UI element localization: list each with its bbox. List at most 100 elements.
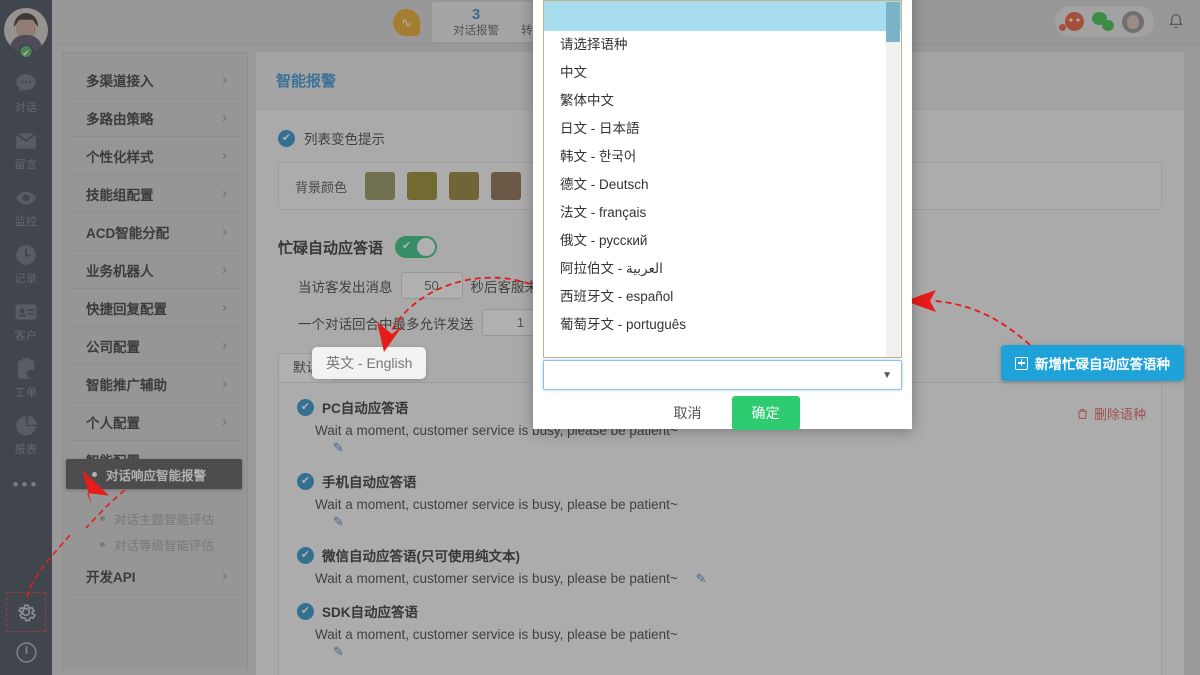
eye-icon (13, 185, 39, 211)
qq-icon[interactable] (1065, 12, 1084, 31)
rail-item-monitor[interactable]: 监控 (0, 176, 52, 233)
menu-item-label: 业务机器人 (86, 260, 154, 280)
menu-item-quickreply[interactable]: 快捷回复配置 › (70, 289, 240, 327)
checkbox-checked-icon[interactable]: ✔ (297, 399, 314, 416)
rail-item-label: 监控 (0, 213, 52, 229)
chevron-right-icon: › (222, 109, 227, 126)
menu-item-label: 智能推广辅助 (86, 374, 167, 394)
entry-header[interactable]: ✔ 微信自动应答语(只可使用纯文本) (297, 545, 1143, 565)
rail-more-button[interactable]: ••• (13, 461, 40, 495)
chevron-right-icon: › (222, 223, 227, 240)
dropdown-option[interactable]: 俄文 - русский (544, 227, 901, 255)
settings-highlight-box (6, 592, 46, 632)
entry-text-value: Wait a moment, customer service is busy,… (315, 571, 678, 586)
delete-language-button[interactable]: 删除语种 (1076, 404, 1146, 423)
mail-icon (13, 128, 39, 154)
dropdown-scrollbar-track[interactable] (886, 2, 900, 358)
app-logo-icon[interactable]: ∿ (393, 9, 420, 36)
chevron-right-icon: › (222, 71, 227, 88)
checkbox-checked-icon[interactable]: ✔ (278, 130, 295, 147)
rail-item-records[interactable]: 记录 (0, 233, 52, 290)
pencil-icon[interactable]: ✎ (333, 514, 344, 530)
stat-label: 对话报警 (453, 24, 499, 38)
chevron-right-icon: › (222, 567, 227, 584)
chevron-right-icon: › (222, 375, 227, 392)
trash-icon (1076, 407, 1089, 421)
dropdown-option[interactable]: 德文 - Deutsch (544, 171, 901, 199)
rail-item-label: 对话 (0, 99, 52, 115)
rail-item-customers[interactable]: 客户 (0, 290, 52, 347)
busy-reply-toggle[interactable]: ✔ (395, 236, 437, 258)
pencil-icon[interactable]: ✎ (696, 571, 707, 587)
stat-alerts[interactable]: 3 对话报警 (442, 6, 510, 38)
dropdown-option[interactable]: 日文 - 日本語 (544, 115, 901, 143)
add-language-cta[interactable]: 新增忙碌自动应答语种 (1001, 345, 1184, 381)
menu-item-routing[interactable]: 多路由策略 › (70, 99, 240, 137)
power-icon[interactable] (14, 640, 39, 665)
submenu-item-level-eval[interactable]: 对话等级智能评估 (70, 531, 240, 557)
confirm-button[interactable]: 确定 (732, 396, 800, 430)
english-tab-tooltip: 英文 - English (312, 347, 426, 379)
wechat-icon[interactable] (1092, 12, 1114, 31)
gear-icon[interactable] (14, 600, 38, 624)
language-dropdown-list[interactable]: 请选择语种 中文 繁体中文 日文 - 日本語 韩文 - 한국어 德文 - Deu… (543, 0, 902, 358)
menu-item-company[interactable]: 公司配置 › (70, 327, 240, 365)
auto-reply-entry-mobile: ✔ 手机自动应答语 Wait a moment, customer servic… (297, 471, 1143, 531)
chevron-right-icon: › (222, 299, 227, 316)
dropdown-option[interactable]: 请选择语种 (544, 31, 901, 59)
dropdown-option[interactable]: 韩文 - 한국어 (544, 143, 901, 171)
menu-item-label: 开发API (86, 566, 136, 586)
checkbox-checked-icon[interactable]: ✔ (297, 547, 314, 564)
menu-item-multichannel[interactable]: 多渠道接入 › (70, 61, 240, 99)
entry-header[interactable]: ✔ 手机自动应答语 (297, 471, 1143, 491)
menu-item-skillgroup[interactable]: 技能组配置 › (70, 175, 240, 213)
menu-item-promotion[interactable]: 智能推广辅助 › (70, 365, 240, 403)
contact-card-icon (13, 299, 39, 325)
delay-seconds-input[interactable]: 50 (401, 272, 463, 299)
dropdown-option[interactable]: 中文 (544, 59, 901, 87)
pencil-icon[interactable]: ✎ (333, 644, 344, 660)
checkbox-checked-icon[interactable]: ✔ (297, 473, 314, 490)
dropdown-option[interactable]: 西班牙文 - español (544, 283, 901, 311)
menu-item-acd[interactable]: ACD智能分配 › (70, 213, 240, 251)
dropdown-scrollbar-thumb[interactable] (886, 2, 900, 42)
entry-header[interactable]: ✔ SDK自动应答语 (297, 601, 1143, 621)
color-swatch[interactable] (365, 172, 395, 200)
cancel-button[interactable]: 取消 (666, 397, 710, 429)
entry-title: SDK自动应答语 (322, 601, 418, 621)
dropdown-option[interactable]: 繁体中文 (544, 87, 901, 115)
color-swatch[interactable] (407, 172, 437, 200)
dropdown-option[interactable]: 葡萄牙文 - português (544, 311, 901, 339)
menu-item-devapi[interactable]: 开发API › (70, 557, 240, 595)
pencil-icon[interactable]: ✎ (333, 440, 344, 456)
menu-item-bot[interactable]: 业务机器人 › (70, 251, 240, 289)
rail-item-tickets[interactable]: 工单 (0, 347, 52, 404)
submenu-item-alarm-active[interactable]: 对话响应智能报警 (66, 459, 242, 489)
rail-item-messages[interactable]: 留言 (0, 119, 52, 176)
smartconfig-submenu: 对话主题智能评估 对话等级智能评估 (70, 479, 240, 557)
user-avatar[interactable] (1122, 11, 1144, 33)
rail-item-label: 客户 (0, 327, 52, 343)
left-rail: ✔ 对话 留言 监控 记录 (0, 0, 52, 675)
menu-item-style[interactable]: 个性化样式 › (70, 137, 240, 175)
rail-item-reports[interactable]: 报表 (0, 404, 52, 461)
menu-item-label: 多渠道接入 (86, 70, 154, 90)
menu-item-personal[interactable]: 个人配置 › (70, 403, 240, 441)
checkbox-checked-icon[interactable]: ✔ (297, 603, 314, 620)
rail-item-chat[interactable]: 对话 (0, 62, 52, 119)
bullet-icon (92, 472, 97, 477)
dropdown-option[interactable]: 阿拉伯文 - العربية (544, 255, 901, 283)
dropdown-option[interactable]: 法文 - français (544, 199, 901, 227)
chevron-right-icon: › (222, 261, 227, 278)
dropdown-option-selected[interactable] (544, 1, 901, 31)
pie-chart-icon (13, 413, 39, 439)
language-select-input[interactable]: ▼ (543, 360, 902, 390)
bell-icon[interactable] (1166, 11, 1186, 33)
bullet-icon (100, 516, 105, 521)
color-swatch[interactable] (449, 172, 479, 200)
list-color-hint-label: 列表变色提示 (304, 128, 385, 148)
submenu-item-topic-eval[interactable]: 对话主题智能评估 (70, 505, 240, 531)
rail-bottom-group (0, 592, 52, 675)
color-swatch[interactable] (491, 172, 521, 200)
agent-avatar[interactable]: ✔ (4, 8, 48, 56)
